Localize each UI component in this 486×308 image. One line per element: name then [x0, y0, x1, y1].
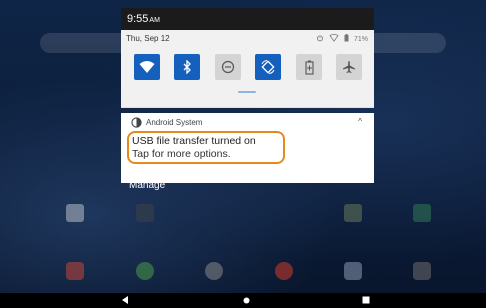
tile-airplane-mode[interactable] — [336, 54, 362, 80]
battery-percent: 71% — [353, 35, 368, 43]
manage-button[interactable]: Manage — [129, 180, 165, 191]
home-button[interactable] — [243, 297, 250, 304]
quick-settings-tiles — [134, 54, 362, 80]
notification-shade: 9:55AM Thu, Sep 12 71% Android System ^ … — [121, 8, 374, 191]
clock-ampm: AM — [149, 17, 160, 24]
battery-saver-icon — [304, 60, 314, 75]
tile-do-not-disturb[interactable] — [215, 54, 241, 80]
do-not-disturb-icon — [221, 60, 235, 74]
dock-music-icon — [275, 262, 293, 280]
wifi-status-icon — [329, 34, 339, 44]
dock-chrome-icon — [136, 262, 154, 280]
collapse-chevron-icon[interactable]: ^ — [358, 117, 362, 126]
notification-app-name: Android System — [146, 118, 203, 127]
airplane-mode-icon — [343, 61, 355, 73]
background-app-icon — [66, 204, 84, 222]
tile-bluetooth[interactable] — [174, 54, 200, 80]
background-app-icon — [413, 204, 431, 222]
tile-wifi[interactable] — [134, 54, 160, 80]
notification-title: USB file transfer turned on — [132, 135, 256, 147]
auto-rotate-icon — [261, 60, 275, 74]
bluetooth-icon — [183, 60, 191, 74]
navigation-bar — [0, 293, 486, 308]
battery-status-icon — [344, 34, 349, 44]
recents-button[interactable] — [362, 296, 370, 304]
usb-notification[interactable]: Android System ^ USB file transfer turne… — [121, 113, 374, 183]
clock: 9:55AM — [127, 13, 160, 25]
alarm-icon — [316, 34, 324, 44]
date-label: Thu, Sep 12 — [126, 34, 170, 43]
shade-header: 9:55AM — [121, 8, 374, 30]
back-button[interactable] — [121, 295, 129, 305]
quick-settings-panel: Thu, Sep 12 71% — [121, 30, 374, 108]
notification-text: Tap for more options. — [132, 148, 231, 160]
tile-auto-rotate[interactable] — [255, 54, 281, 80]
expand-handle[interactable] — [238, 91, 256, 93]
dock-camera-icon — [413, 262, 431, 280]
dock-gmail-icon — [66, 262, 84, 280]
clock-time: 9:55 — [127, 13, 149, 25]
tile-battery-saver[interactable] — [296, 54, 322, 80]
dock-settings-icon — [205, 262, 223, 280]
background-app-icon — [344, 204, 362, 222]
wifi-icon — [139, 61, 155, 73]
background-app-icon — [136, 204, 154, 222]
android-system-icon — [131, 117, 142, 128]
status-icons: 71% — [316, 34, 368, 44]
dock-photos-icon — [344, 262, 362, 280]
